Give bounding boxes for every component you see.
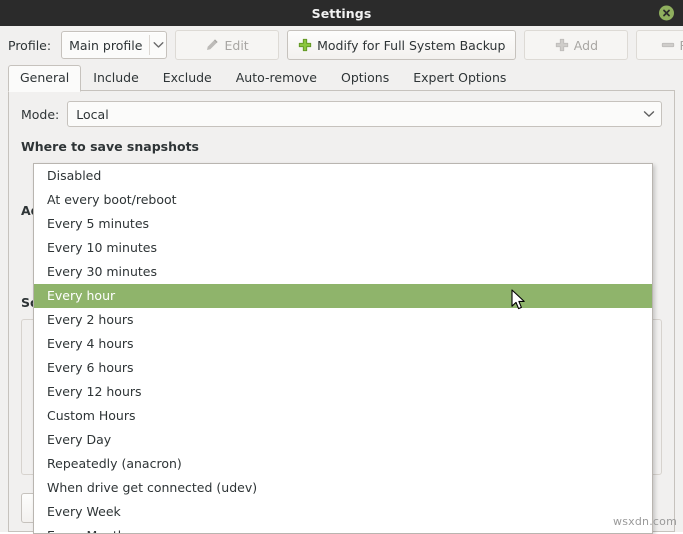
where-to-save-snapshots-label: Where to save snapshots: [21, 139, 199, 154]
tab-exclude[interactable]: Exclude: [151, 65, 224, 91]
mode-row: Mode: Local: [21, 101, 662, 127]
profile-select-value: Main profile: [69, 37, 143, 53]
tab-bar: General Include Exclude Auto-remove Opti…: [0, 64, 683, 92]
schedule-dropdown-list[interactable]: Disabled At every boot/reboot Every 5 mi…: [33, 163, 653, 534]
tab-general[interactable]: General: [8, 65, 82, 92]
pencil-icon: [205, 38, 219, 52]
plus-icon: [298, 38, 312, 52]
tab-include-label: Include: [93, 70, 139, 85]
settings-window: Settings Profile: Main profile Edit Modi…: [0, 0, 683, 534]
list-item[interactable]: Repeatedly (anacron): [34, 452, 652, 476]
tab-exclude-label: Exclude: [162, 70, 212, 85]
list-item[interactable]: Every 10 minutes: [34, 236, 652, 260]
window-title: Settings: [311, 5, 372, 21]
close-icon[interactable]: [659, 5, 674, 21]
remove-button-label: Remove: [680, 38, 683, 53]
edit-button[interactable]: Edit: [175, 30, 280, 60]
list-item[interactable]: Every Day: [34, 428, 652, 452]
list-item[interactable]: Custom Hours: [34, 404, 652, 428]
chevron-down-icon: [150, 41, 166, 49]
tab-expert-options-label: Expert Options: [413, 70, 507, 85]
toolbar: Profile: Main profile Edit Modify for Fu…: [0, 26, 683, 64]
title-bar: Settings: [0, 0, 683, 26]
mode-select-value: Local: [76, 106, 109, 122]
mode-select[interactable]: Local: [67, 101, 662, 127]
tab-include[interactable]: Include: [81, 65, 151, 91]
watermark: wsxdn.com: [613, 515, 677, 528]
list-item[interactable]: Every 6 hours: [34, 356, 652, 380]
list-item-selected[interactable]: Every hour: [34, 284, 652, 308]
tab-options-label: Options: [340, 70, 390, 85]
list-item[interactable]: When drive get connected (udev): [34, 476, 652, 500]
plus-icon: [555, 38, 569, 52]
mode-label: Mode:: [21, 106, 60, 122]
list-item[interactable]: Every 2 hours: [34, 308, 652, 332]
list-item[interactable]: Every Month: [34, 524, 652, 533]
list-item[interactable]: Every 30 minutes: [34, 260, 652, 284]
profile-label: Profile:: [8, 37, 52, 53]
list-item[interactable]: Every 4 hours: [34, 332, 652, 356]
tab-auto-remove[interactable]: Auto-remove: [224, 65, 329, 91]
minus-icon: [661, 38, 675, 52]
list-item[interactable]: Every 12 hours: [34, 380, 652, 404]
tab-expert-options[interactable]: Expert Options: [401, 65, 518, 91]
list-item[interactable]: At every boot/reboot: [34, 188, 652, 212]
modify-full-system-backup-button[interactable]: Modify for Full System Backup: [287, 30, 517, 60]
add-button-label: Add: [573, 37, 598, 53]
add-button[interactable]: Add: [524, 30, 629, 60]
list-item[interactable]: Disabled: [34, 164, 652, 188]
edit-button-label: Edit: [224, 37, 249, 53]
modify-full-system-backup-label: Modify for Full System Backup: [317, 37, 506, 53]
tab-general-label: General: [20, 70, 70, 85]
tab-options[interactable]: Options: [329, 65, 401, 91]
list-item[interactable]: Every 5 minutes: [34, 212, 652, 236]
remove-button[interactable]: Remove: [636, 30, 683, 60]
profile-select[interactable]: Main profile: [61, 31, 168, 59]
tab-auto-remove-label: Auto-remove: [235, 70, 317, 85]
list-item[interactable]: Every Week: [34, 500, 652, 524]
chevron-down-icon: [643, 107, 655, 121]
